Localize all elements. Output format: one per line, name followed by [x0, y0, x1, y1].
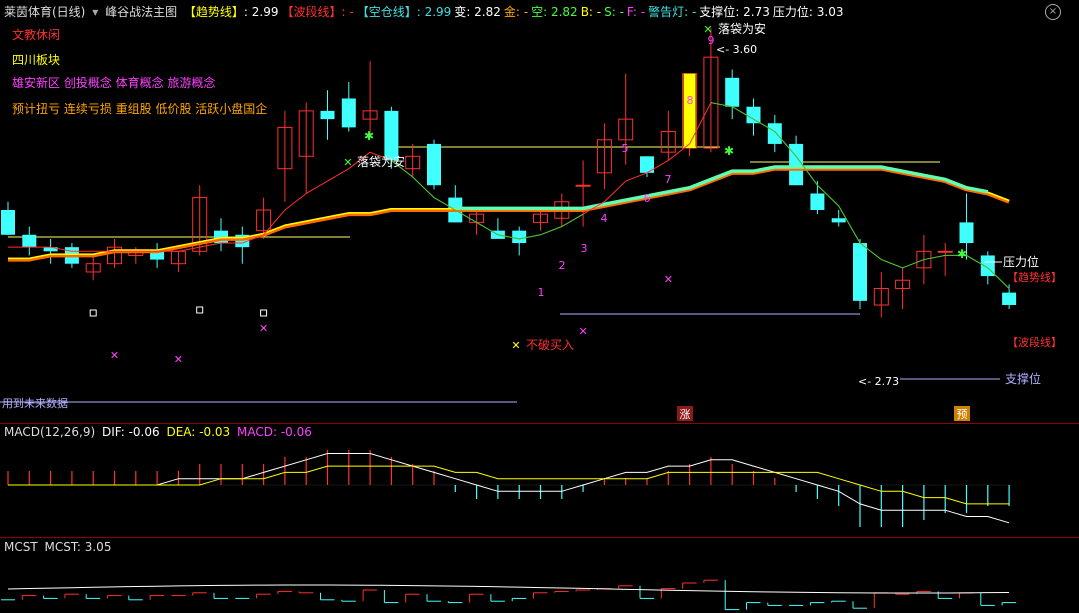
macd-dif-line — [8, 453, 1010, 524]
support-label: 支撑位 — [1005, 371, 1041, 386]
candle-body-24 — [512, 230, 527, 244]
candle-body-1 — [22, 234, 37, 248]
candle-body-36 — [767, 123, 782, 144]
seq-num-4: 4 — [601, 212, 608, 225]
candle-body-44 — [937, 250, 953, 253]
luodai-label-1: 落袋为安 — [357, 154, 405, 169]
bupo-label: 不破买入 — [526, 337, 574, 352]
seq-num-8: 8 — [687, 94, 694, 107]
yu-label: 预 — [957, 408, 968, 421]
candle-body-34 — [725, 77, 740, 107]
empty-line — [455, 165, 989, 211]
seq-num-1: 1 — [538, 286, 545, 299]
f-cross-3: ✕ — [578, 325, 587, 338]
future-data-label: 用到未来数据 — [2, 396, 68, 410]
candle-body-38 — [810, 193, 825, 210]
chart-window[interactable]: 莱茵体育(日线) ▾ 峰谷战法主图 【趋势线】: 2.99 【波段线】: - 【空仓… — [0, 0, 1079, 613]
star-3: ✱ — [957, 247, 967, 261]
trend-tag: 【趋势线】 — [1007, 270, 1062, 284]
candle-body-20 — [427, 143, 441, 186]
star-2: ✱ — [724, 144, 734, 158]
candle-body-16 — [341, 98, 356, 128]
seq-num-5: 5 — [622, 142, 629, 155]
candle-body-39 — [831, 218, 846, 223]
candle-body-45 — [959, 222, 974, 244]
high-price-label: <- 3.60 — [716, 43, 757, 56]
f-cross-4: ✕ — [664, 273, 673, 286]
f-cross-0: ✕ — [110, 349, 119, 362]
pressure-label: 压力位 — [1003, 254, 1039, 269]
bupo-cross: ✕ — [511, 339, 520, 352]
candle-body-15 — [320, 110, 335, 120]
candle-body-35 — [746, 106, 761, 124]
candle-body-40 — [853, 243, 867, 301]
f-cross-1: ✕ — [174, 353, 183, 366]
buy-square-2 — [260, 309, 268, 317]
highlight-candle — [683, 73, 696, 149]
wave-line-green-2 — [391, 160, 584, 240]
seq-num-3: 3 — [581, 242, 588, 255]
sell-cross-1: ✕ — [343, 156, 352, 169]
chart-canvas[interactable]: ✕ ✕✕ ✕✕✕✕✕✱✱✱落袋为安落袋为安不破买入<- 3.60<- 2.73压力位… — [0, 0, 1079, 613]
low-price-label: <- 2.73 — [858, 375, 899, 388]
buy-square-0 — [89, 309, 97, 317]
candle-body-27 — [575, 184, 591, 187]
candle-body-18 — [384, 110, 399, 161]
wave-tag: 【波段线】 — [1007, 335, 1062, 349]
buy-square-1 — [196, 306, 204, 314]
seq-num-6: 6 — [644, 192, 651, 205]
f-cross-2: ✕ — [259, 322, 268, 335]
star-1: ✱ — [364, 129, 374, 143]
seq-num-2: 2 — [559, 259, 566, 272]
candle-body-47 — [1002, 292, 1017, 305]
seq-num-7: 7 — [665, 173, 672, 186]
mcst-line — [7, 584, 1010, 594]
luodai-label-2: 落袋为安 — [718, 21, 766, 36]
seq-num-9: 9 — [708, 34, 715, 47]
candle-body-0 — [1, 210, 15, 235]
zhang-label: 涨 — [680, 408, 691, 421]
